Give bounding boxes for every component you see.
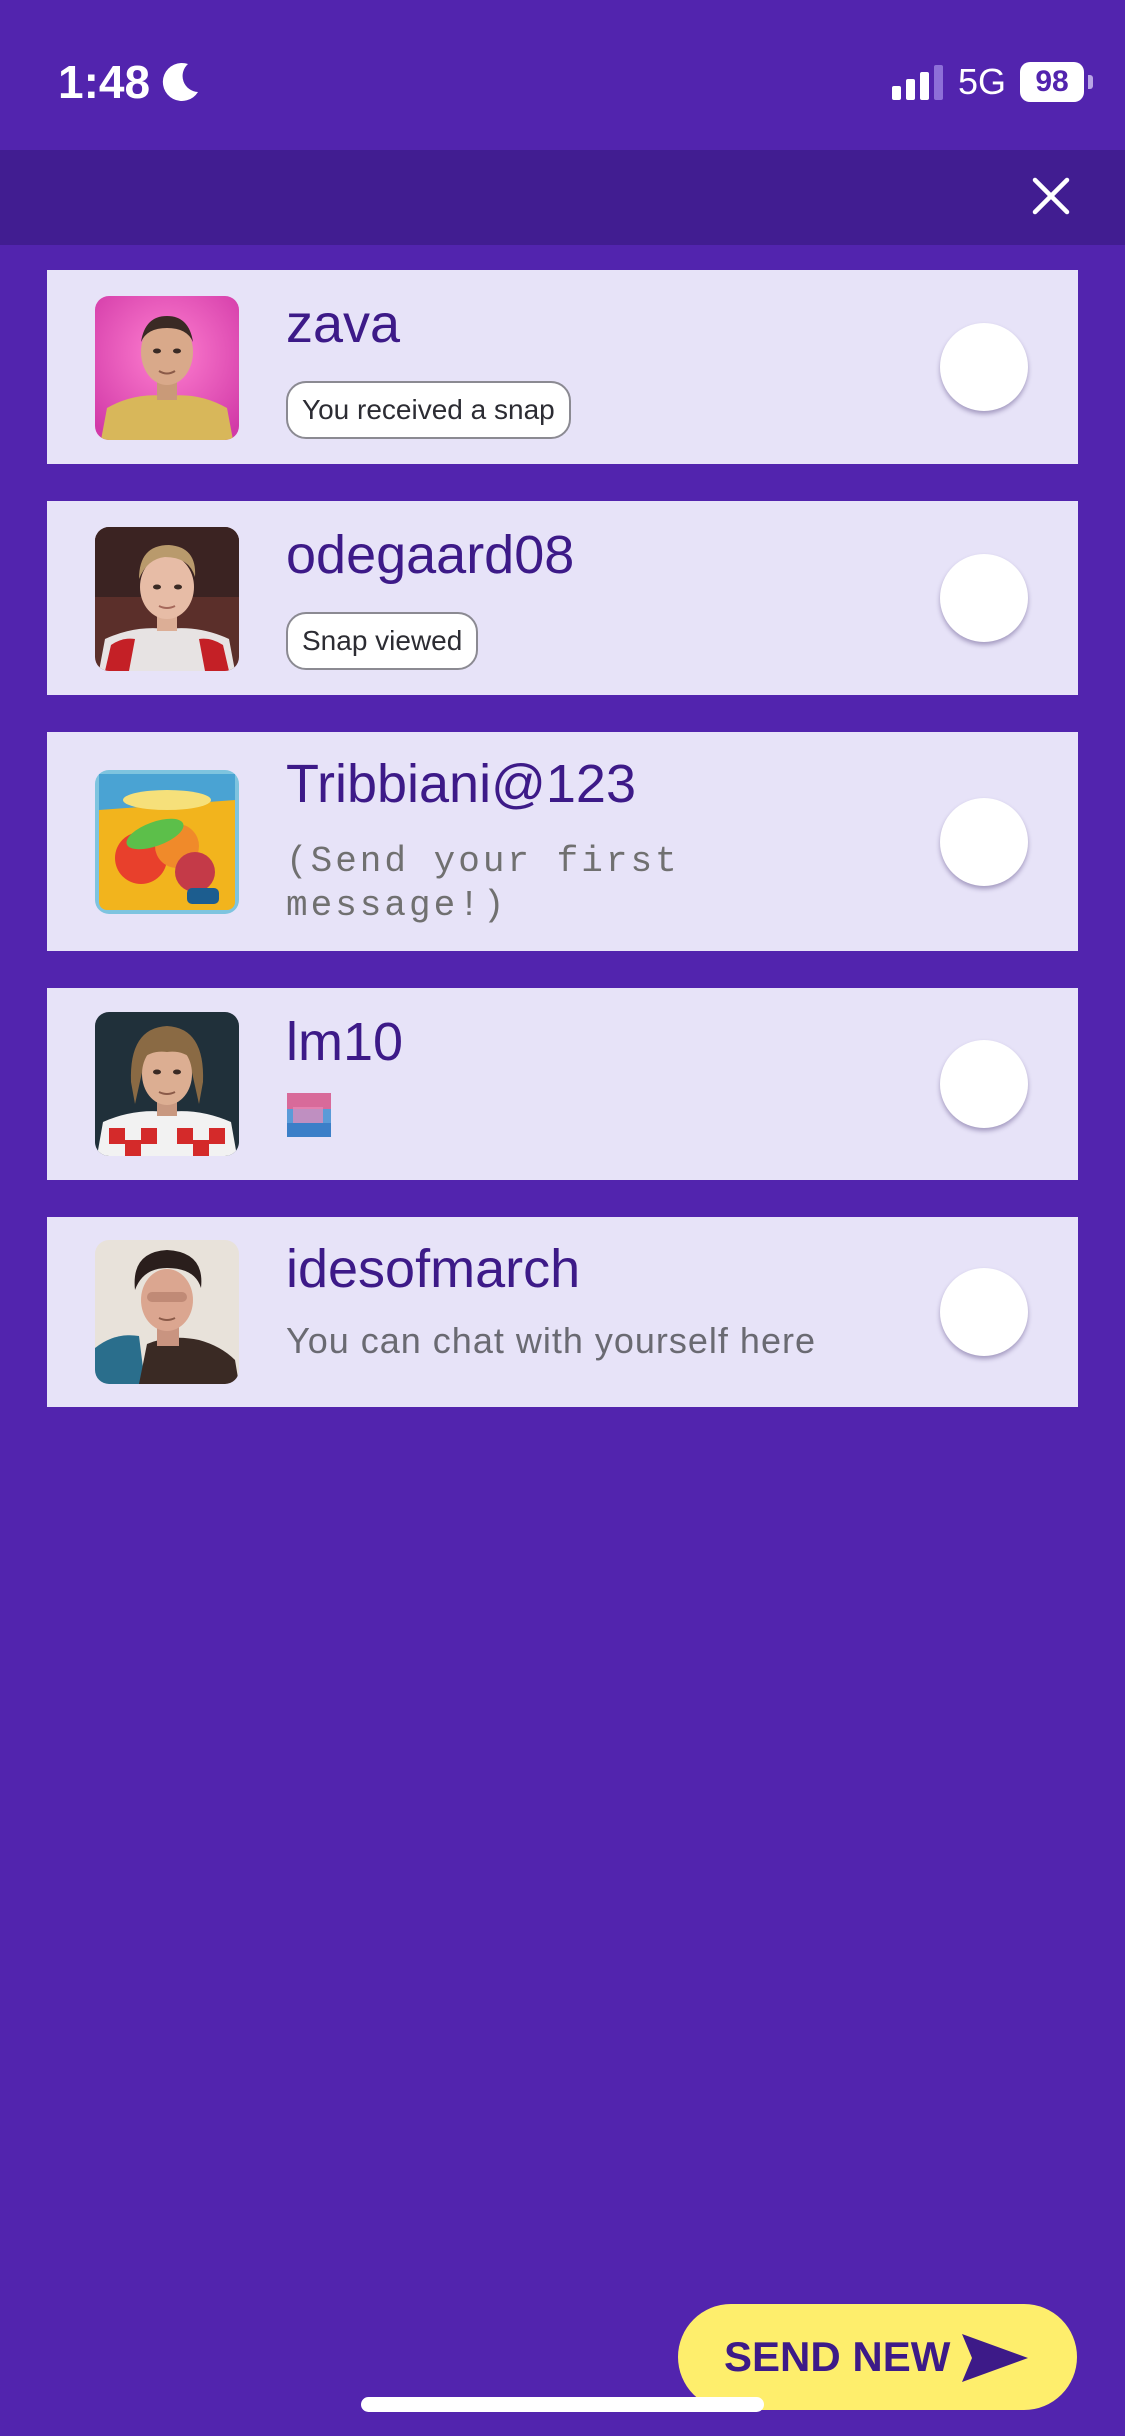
battery-nub: [1088, 75, 1093, 89]
avatar: [95, 296, 239, 440]
snap-status-badge: Snap viewed: [286, 612, 479, 670]
home-indicator: [361, 2397, 764, 2412]
close-icon[interactable]: [1020, 165, 1082, 227]
recipient-name: idesofmarch: [286, 1239, 581, 1299]
recipient-row[interactable]: Tribbiani@123 (Send your first message!): [47, 732, 1078, 951]
recipient-name: lm10: [286, 1012, 404, 1072]
select-radio[interactable]: [940, 1268, 1028, 1356]
avatar: [95, 1240, 239, 1384]
first-message-prompt: (Send your first message!): [286, 841, 680, 926]
avatar: [95, 527, 239, 671]
snap-status-badge: You received a snap: [286, 381, 571, 439]
recipient-row[interactable]: odegaard08 Snap viewed: [47, 501, 1078, 695]
recipient-row[interactable]: lm10: [47, 988, 1078, 1180]
send-new-label: SEND NEW: [724, 2333, 951, 2380]
select-radio[interactable]: [940, 554, 1028, 642]
self-chat-hint: You can chat with yourself here: [286, 1320, 816, 1361]
recipient-row[interactable]: zava You received a snap: [47, 270, 1078, 464]
select-radio[interactable]: [940, 1040, 1028, 1128]
status-bar: 1:48 5G 98: [0, 0, 1125, 150]
network-label: 5G: [958, 61, 1007, 102]
snap-thumbnail: [287, 1093, 331, 1137]
select-radio[interactable]: [940, 798, 1028, 886]
top-bar: [0, 150, 1125, 245]
battery-indicator: 98: [1020, 62, 1084, 102]
signal-icon: [892, 65, 943, 100]
recipient-list: zava You received a snap odegaard08 Snap…: [47, 270, 1078, 1444]
moon-icon: [162, 62, 198, 101]
recipient-row[interactable]: idesofmarch You can chat with yourself h…: [47, 1217, 1078, 1407]
recipient-name: zava: [286, 294, 401, 354]
send-icon: [962, 2334, 1028, 2382]
recipient-name: Tribbiani@123: [286, 754, 636, 814]
avatar: [95, 1012, 239, 1156]
status-time: 1:48: [58, 56, 151, 108]
select-radio[interactable]: [940, 323, 1028, 411]
avatar: [95, 770, 239, 914]
recipient-name: odegaard08: [286, 525, 575, 585]
send-new-button[interactable]: SEND NEW: [678, 2304, 1077, 2410]
